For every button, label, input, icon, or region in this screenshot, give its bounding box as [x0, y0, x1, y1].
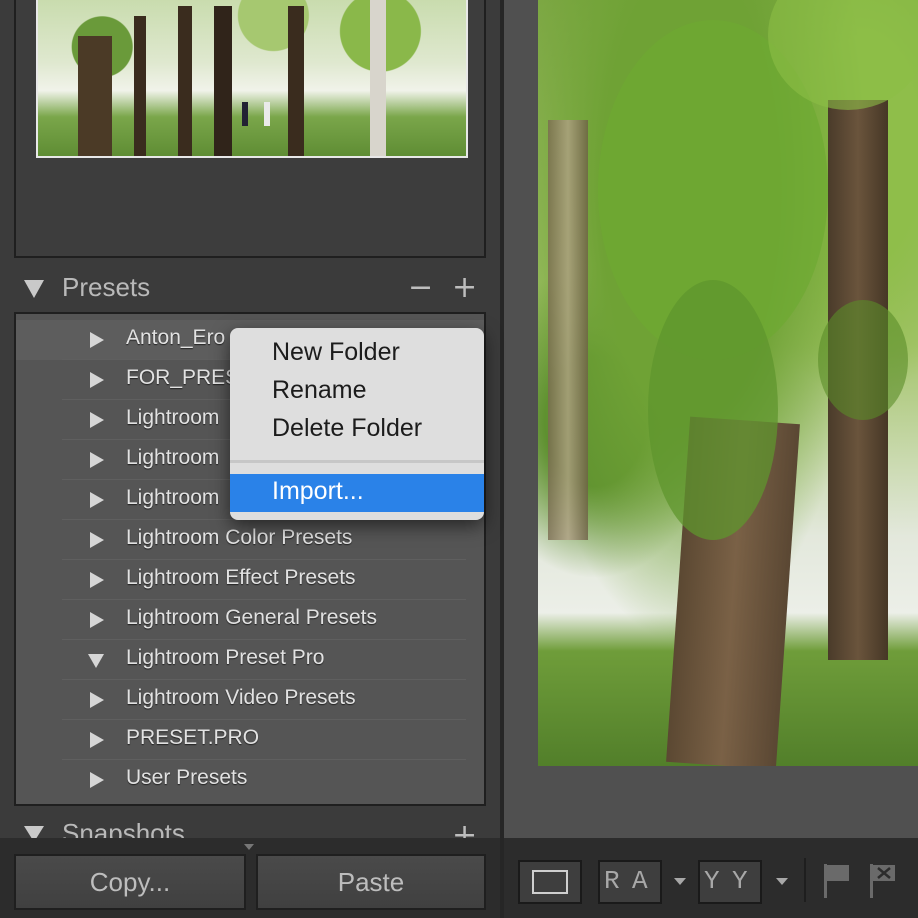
main-photo[interactable] [538, 0, 918, 766]
preset-folder-label: Lightroom [126, 446, 220, 469]
preset-folder-label: Lightroom Video Presets [126, 686, 356, 709]
tree [288, 6, 304, 156]
blurred-leaf [818, 300, 908, 420]
collapse-triangle-icon[interactable] [24, 280, 44, 298]
preset-folder-row[interactable]: PRESET.PRO [16, 720, 484, 760]
panel-resize-grip-icon[interactable] [244, 844, 254, 850]
preset-folder-label: Lightroom Effect Presets [126, 566, 356, 589]
preset-folder-row[interactable]: Lightroom General Presets [16, 600, 484, 640]
birch-tree [370, 0, 386, 156]
menu-item-import[interactable]: Import... [230, 474, 484, 512]
preset-folder-row[interactable]: Lightroom Video Presets [16, 680, 484, 720]
expand-triangle-icon[interactable] [90, 572, 104, 588]
loupe-toolbar: R A Y Y [504, 838, 918, 918]
expand-triangle-icon[interactable] [90, 532, 104, 548]
preset-folder-label: Lightroom Color Presets [126, 526, 353, 549]
copy-button[interactable]: Copy... [14, 854, 246, 910]
context-menu: New Folder Rename Delete Folder Import..… [230, 328, 484, 520]
preset-folder-label: Lightroom General Presets [126, 606, 377, 629]
preset-folder-row[interactable]: Lightroom Color Presets [16, 520, 484, 560]
loupe-view-icon [532, 870, 568, 894]
presets-panel-header[interactable]: Presets − + [0, 270, 500, 308]
compare-left-glyph: Y [704, 866, 720, 896]
menu-item-rename[interactable]: Rename [272, 376, 367, 405]
tree-trunk [548, 120, 588, 540]
toolbar-separator [804, 858, 806, 902]
flag-icon[interactable] [820, 862, 854, 900]
collapse-triangle-icon[interactable] [88, 654, 104, 668]
preset-folder-row[interactable]: User Presets [16, 760, 484, 800]
expand-triangle-icon[interactable] [90, 412, 104, 428]
preset-folder-label: Lightroom [126, 486, 220, 509]
expand-triangle-icon[interactable] [90, 372, 104, 388]
menu-item-delete-folder[interactable]: Delete Folder [272, 414, 422, 443]
before-after-right-glyph: A [632, 866, 648, 896]
add-snapshot-button[interactable]: + [452, 818, 477, 840]
expand-triangle-icon[interactable] [90, 492, 104, 508]
paste-button[interactable]: Paste [256, 854, 486, 910]
presets-panel-title: Presets [62, 272, 151, 302]
compare-view-button[interactable]: Y Y [698, 860, 762, 904]
preset-folder-label: User Presets [126, 766, 248, 789]
before-after-button[interactable]: R A [598, 860, 662, 904]
expand-triangle-icon[interactable] [90, 732, 104, 748]
navigator-panel [14, 0, 486, 258]
tree [134, 16, 146, 156]
chevron-down-icon[interactable] [674, 878, 686, 885]
expand-triangle-icon[interactable] [90, 452, 104, 468]
preset-folder-row[interactable]: Lightroom Effect Presets [16, 560, 484, 600]
remove-preset-button[interactable]: − [408, 270, 433, 305]
expand-triangle-icon[interactable] [90, 772, 104, 788]
tree [78, 36, 112, 156]
preset-folder-label: Lightroom [126, 406, 220, 429]
couple-figure [242, 102, 248, 126]
blurred-leaf [648, 280, 778, 540]
chevron-down-icon[interactable] [776, 878, 788, 885]
preset-folder-label: Anton_Ero [126, 326, 226, 349]
couple-figure [264, 102, 270, 126]
reject-flag-icon[interactable] [866, 862, 900, 900]
snapshots-panel-header[interactable]: Snapshots + [0, 816, 500, 840]
compare-right-glyph: Y [732, 866, 748, 896]
before-after-left-glyph: R [604, 866, 620, 896]
snapshots-panel-title: Snapshots [62, 818, 185, 840]
preset-folder-label: Lightroom Preset Pro [126, 646, 325, 669]
preset-folder-label: PRESET.PRO [126, 726, 260, 749]
expand-triangle-icon[interactable] [90, 692, 104, 708]
preset-folder-row[interactable]: Lightroom Preset Pro [16, 640, 484, 680]
tree [214, 6, 232, 156]
add-preset-button[interactable]: + [452, 270, 477, 305]
preset-folder-label: FOR_PRES [126, 366, 240, 389]
menu-item-import-label: Import... [272, 477, 364, 505]
tree [178, 6, 192, 156]
expand-triangle-icon[interactable] [90, 332, 104, 348]
expand-triangle-icon[interactable] [90, 612, 104, 628]
navigator-preview-image[interactable] [36, 0, 468, 158]
menu-separator [230, 460, 484, 463]
loupe-view-button[interactable] [518, 860, 582, 904]
menu-item-new-folder[interactable]: New Folder [272, 338, 400, 367]
